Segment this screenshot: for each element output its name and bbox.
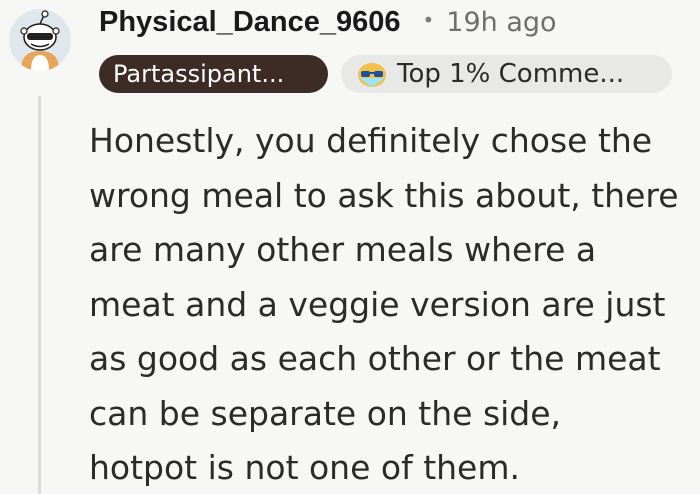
comment-line: can be separate on the side,	[89, 393, 562, 433]
snoo-avatar-icon	[9, 9, 71, 71]
thread-line[interactable]	[38, 96, 41, 494]
achievement-badge[interactable]: Top 1% Comme...	[341, 55, 672, 93]
timestamp[interactable]: 19h ago	[446, 7, 556, 38]
username[interactable]: Physical_Dance_9606	[99, 6, 401, 39]
avatar[interactable]	[9, 9, 71, 71]
sunglasses-badge-icon	[357, 61, 387, 87]
achievement-label: Top 1% Comme...	[397, 59, 625, 89]
comment-line: wrong meal to ask this about, there	[89, 175, 679, 215]
comment: Physical_Dance_9606 • 19h ago Partassipa…	[0, 0, 700, 494]
comment-body: Honestly, you definitely chose the wrong…	[89, 114, 689, 494]
comment-meta: Physical_Dance_9606 • 19h ago	[99, 6, 557, 39]
comment-line: Honestly, you definitely chose the	[89, 121, 653, 160]
comment-line: meat and a veggie version are just	[89, 284, 666, 324]
comment-line: are many other meals where a	[89, 230, 597, 269]
separator-dot: •	[422, 8, 435, 32]
user-flair[interactable]: Partassipant...	[99, 55, 328, 93]
badges: Partassipant... Top 1% Comme...	[99, 55, 672, 93]
comment-line: as good as each other or the meat	[89, 339, 661, 378]
comment-line: hotpot is not one of them.	[89, 448, 520, 487]
